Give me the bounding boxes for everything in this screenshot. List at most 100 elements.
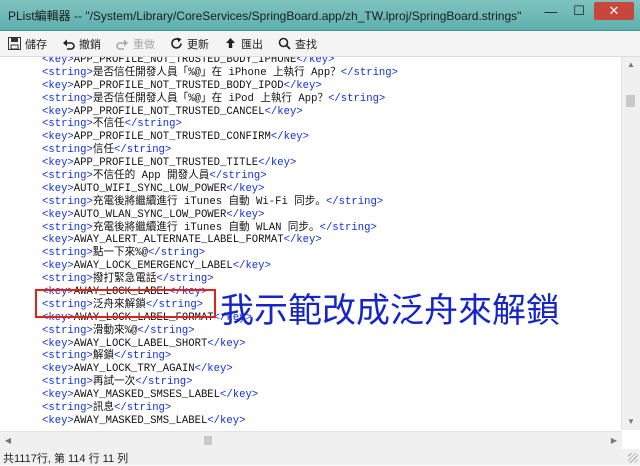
- line-value: 訊息: [92, 402, 115, 415]
- close-tag: </key>: [270, 131, 310, 144]
- resize-grip-icon[interactable]: [628, 453, 638, 463]
- status-bar: 共1117行, 第 114 行 11 列: [0, 449, 640, 465]
- key-line: <key>APP_PROFILE_NOT_TRUSTED_TITLE</key>: [42, 157, 398, 170]
- open-tag: <string>: [42, 92, 93, 105]
- close-button[interactable]: ✕: [594, 2, 634, 20]
- line-value: AWAY_MASKED_SMS_LABEL: [73, 414, 208, 427]
- close-tag: </key>: [258, 157, 297, 170]
- key-line: <key>APP_PROFILE_NOT_TRUSTED_CANCEL</key…: [42, 106, 398, 119]
- horizontal-scroll-thumb[interactable]: [204, 436, 212, 445]
- open-tag: <key>: [42, 79, 74, 92]
- close-tag: </key>: [220, 389, 259, 402]
- save-button[interactable]: 儲存: [0, 33, 54, 55]
- open-tag: <string>: [42, 66, 93, 79]
- string-line: <string>點一下來%@</string>: [42, 247, 398, 260]
- open-tag: <key>: [42, 105, 74, 118]
- close-tag: </string>: [328, 92, 386, 105]
- export-label: 匯出: [241, 38, 263, 51]
- string-line: <string>不信任</string>: [42, 118, 398, 131]
- open-tag: <string>: [42, 221, 93, 234]
- redo-button[interactable]: 重做: [108, 33, 162, 55]
- refresh-label: 更新: [187, 38, 209, 51]
- text-editor[interactable]: <key>APP_PROFILE_NOT_TRUSTED_BODY_IPHONE…: [0, 57, 622, 430]
- line-value: 撥打緊急電話: [92, 273, 157, 286]
- line-value: 不信任的 App 開發人員: [92, 170, 210, 183]
- line-value: 充電後將繼續進行 iTunes 自動 WLAN 同步。: [92, 221, 320, 234]
- title-bar: PList編輯器 -- "/System/Library/CoreService…: [0, 0, 640, 31]
- string-line: <string>充電後將繼續進行 iTunes 自動 Wi-Fi 同步。</st…: [42, 196, 398, 209]
- line-value: AWAY_LOCK_EMERGENCY_LABEL: [73, 260, 233, 273]
- horizontal-scrollbar[interactable]: ◀ ▶: [0, 431, 622, 449]
- open-tag: <key>: [42, 389, 74, 402]
- line-value: AUTO_WIFI_SYNC_LOW_POWER: [73, 182, 227, 195]
- scroll-up-icon[interactable]: ▲: [622, 57, 640, 73]
- toolbar: 儲存 撤銷 重做 更新 匯出 查找: [0, 31, 640, 57]
- code-lines: <key>APP_PROFILE_NOT_TRUSTED_BODY_IPHONE…: [42, 57, 398, 428]
- close-tag: </key>: [226, 182, 265, 195]
- close-tag: </string>: [137, 324, 195, 337]
- key-line: <key>AWAY_LOCK_TRY_AGAIN</key>: [42, 363, 398, 376]
- minimize-button[interactable]: —: [538, 2, 564, 20]
- scroll-left-icon[interactable]: ◀: [0, 432, 16, 449]
- refresh-button[interactable]: 更新: [162, 33, 216, 55]
- key-line: <key>APP_PROFILE_NOT_TRUSTED_BODY_IPHONE…: [42, 57, 398, 67]
- redo-icon: [115, 37, 129, 51]
- close-tag: </string>: [340, 66, 398, 79]
- close-tag: </key>: [264, 105, 303, 118]
- string-line: <string>解鎖</string>: [42, 350, 398, 363]
- key-line: <key>AWAY_MASKED_SMS_LABEL</key>: [42, 415, 398, 428]
- close-tag: </key>: [232, 260, 271, 273]
- window-controls: — ☐ ✕: [538, 2, 634, 20]
- line-value: 再試一次: [92, 376, 136, 389]
- close-tag: </key>: [194, 363, 233, 376]
- save-icon: [7, 37, 21, 51]
- open-tag: <key>: [42, 414, 74, 427]
- open-tag: <string>: [42, 247, 93, 260]
- string-line: <string>訊息</string>: [42, 402, 398, 415]
- close-tag: </key>: [296, 57, 335, 66]
- open-tag: <string>: [42, 144, 93, 157]
- open-tag: <key>: [42, 157, 74, 170]
- string-line: <string>信任</string>: [42, 144, 398, 157]
- vertical-scrollbar[interactable]: ▲ ▼: [621, 57, 640, 430]
- open-tag: <key>: [42, 182, 74, 195]
- close-tag: </string>: [325, 195, 384, 208]
- find-button[interactable]: 查找: [270, 33, 324, 55]
- key-line: <key>AWAY_LOCK_LABEL_SHORT</key>: [42, 338, 398, 351]
- string-line: <string>不信任的 App 開發人員</string>: [42, 170, 398, 183]
- line-value: 是否信任開發人員「%@」在 iPod 上執行 App？: [92, 92, 329, 105]
- line-value: APP_PROFILE_NOT_TRUSTED_TITLE: [73, 157, 259, 170]
- open-tag: <string>: [42, 118, 93, 131]
- find-label: 查找: [295, 38, 317, 51]
- open-tag: <key>: [42, 337, 74, 350]
- maximize-button[interactable]: ☐: [566, 2, 592, 20]
- undo-button[interactable]: 撤銷: [54, 33, 108, 55]
- scroll-right-icon[interactable]: ▶: [606, 432, 622, 449]
- line-value: 充電後將繼續進行 iTunes 自動 Wi-Fi 同步。: [92, 195, 326, 208]
- redo-label: 重做: [133, 38, 155, 51]
- close-tag: </string>: [319, 221, 377, 234]
- window-title: PList編輯器 -- "/System/Library/CoreService…: [8, 9, 522, 23]
- status-text: 共1117行, 第 114 行 11 列: [3, 453, 129, 465]
- open-tag: <key>: [42, 234, 74, 247]
- line-value: APP_PROFILE_NOT_TRUSTED_CONFIRM: [73, 131, 271, 144]
- close-tag: </string>: [114, 144, 172, 157]
- open-tag: <key>: [42, 260, 74, 273]
- string-line: <string>是否信任開發人員「%@」在 iPhone 上執行 App？</s…: [42, 67, 398, 80]
- open-tag: <key>: [42, 131, 74, 144]
- vertical-scroll-thumb[interactable]: [626, 95, 635, 107]
- undo-icon: [61, 37, 75, 51]
- open-tag: <string>: [42, 324, 93, 337]
- key-line: <key>APP_PROFILE_NOT_TRUSTED_CONFIRM</ke…: [42, 131, 398, 144]
- export-button[interactable]: 匯出: [216, 33, 270, 55]
- close-tag: </string>: [156, 273, 214, 286]
- string-line: <string>是否信任開發人員「%@」在 iPod 上執行 App？</str…: [42, 93, 398, 106]
- string-line: <string>充電後將繼續進行 iTunes 自動 WLAN 同步。</str…: [42, 222, 398, 235]
- scroll-down-icon[interactable]: ▼: [622, 414, 640, 430]
- open-tag: <string>: [42, 376, 93, 389]
- open-tag: <string>: [42, 402, 93, 415]
- key-line: <key>AWAY_LOCK_EMERGENCY_LABEL</key>: [42, 260, 398, 273]
- open-tag: <key>: [42, 57, 74, 66]
- line-value: AWAY_MASKED_SMSES_LABEL: [73, 389, 221, 402]
- key-line: <key>AUTO_WIFI_SYNC_LOW_POWER</key>: [42, 183, 398, 196]
